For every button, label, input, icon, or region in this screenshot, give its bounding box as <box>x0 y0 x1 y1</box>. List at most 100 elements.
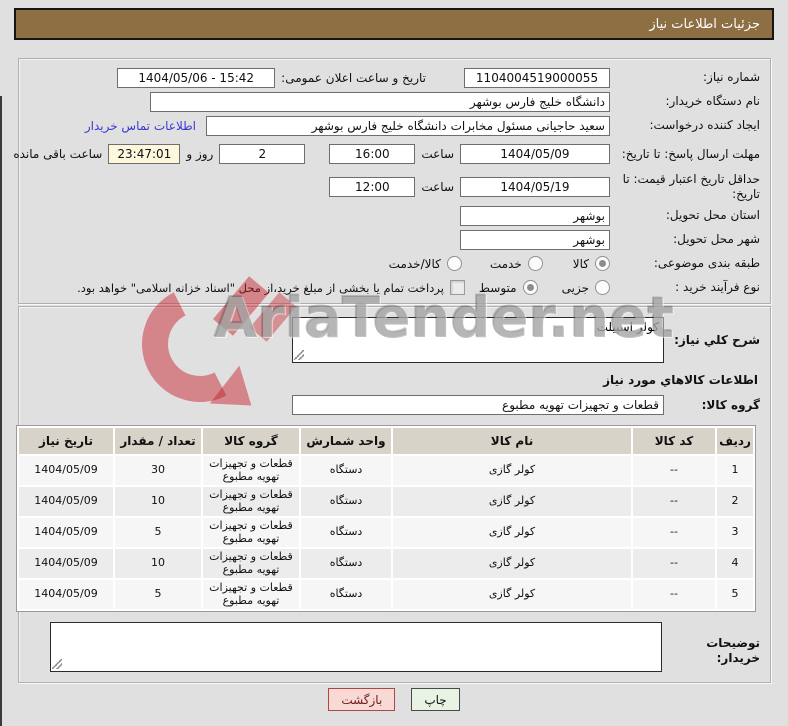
province-input[interactable] <box>460 205 610 226</box>
price-validity-hour-label: ساعت <box>421 180 454 194</box>
buyer-org-input[interactable] <box>150 91 610 112</box>
remaining-hours-label: ساعت باقی مانده <box>13 147 103 161</box>
table-cell: کولر گازی <box>393 456 631 485</box>
back-button[interactable]: بازگشت <box>328 688 396 711</box>
treasury-note: پرداخت تمام یا بخشی از مبلغ خرید،از محل … <box>77 280 444 295</box>
table-cell: -- <box>633 456 715 485</box>
subject-class-option-khadamat[interactable]: خدمت <box>490 256 543 271</box>
purchase-type-option-jozii[interactable]: جزیی <box>562 280 610 295</box>
remaining-hours-input[interactable] <box>108 144 181 164</box>
creator-input[interactable] <box>206 115 610 136</box>
subject-class-option-kala[interactable]: کالا <box>573 256 610 271</box>
table-cell: 1404/05/09 <box>19 549 113 578</box>
row-reply-deadline: مهلت ارسال پاسخ: تا تاریخ: ساعت روز و سا… <box>13 139 760 169</box>
buyer-org-label: نام دستگاه خریدار: <box>665 94 761 108</box>
radio-button-icon[interactable] <box>527 256 543 271</box>
row-purchase-type: نوع فرآیند خرید : جزیی متوسط پرداخت تمام… <box>31 277 760 298</box>
table-cell: 1404/05/09 <box>19 456 113 485</box>
subject-class-label: طبقه بندی موضوعی: <box>653 256 760 270</box>
table-cell: دستگاه <box>301 456 391 485</box>
announce-label: تاریخ و ساعت اعلان عمومی: <box>281 70 426 85</box>
radio-button-icon[interactable] <box>522 280 538 295</box>
table-cell: کولر گازی <box>393 487 631 516</box>
table-cell: -- <box>633 549 715 578</box>
table-cell: 4 <box>717 549 753 578</box>
subject-class-option-kala-khadamat[interactable]: کالا/خدمت <box>389 256 462 271</box>
table-cell: دستگاه <box>301 580 391 609</box>
province-label: استان محل تحویل: <box>665 208 760 222</box>
row-buyer-org: نام دستگاه خریدار: <box>31 91 760 112</box>
print-button[interactable]: چاپ <box>411 688 460 711</box>
items-table-header-cell: واحد شمارش <box>301 428 391 454</box>
table-cell: 1404/05/09 <box>19 580 113 609</box>
page-title-bar: جزئیات اطلاعات نیاز <box>14 8 774 40</box>
table-cell: دستگاه <box>301 487 391 516</box>
items-table-header-row: ردیف کد کالا نام کالا واحد شمارش گروه کالا تع… <box>19 428 753 454</box>
need-number-label: شماره نیاز: <box>703 70 760 84</box>
table-cell: 30 <box>115 456 201 485</box>
reply-deadline-date-input[interactable] <box>460 144 610 164</box>
need-desc-textarea[interactable] <box>292 317 664 363</box>
table-cell: قطعات و تجهیزات تهویه مطبوع <box>203 549 299 578</box>
action-buttons-bar: چاپ بازگشت <box>0 688 788 711</box>
table-cell: 1 <box>717 456 753 485</box>
table-row: 3 -- کولر گازی دستگاه قطعات و تجهیزات تهویه … <box>19 518 753 547</box>
items-table-header-cell: کد کالا <box>633 428 715 454</box>
price-validity-date-input[interactable] <box>460 177 610 197</box>
items-table-header-cell: گروه کالا <box>203 428 299 454</box>
resize-handle-icon[interactable] <box>294 350 304 360</box>
row-creator: ایجاد کننده درخواست: اطلاعات تماس خریدار <box>31 115 760 136</box>
remaining-days-label: روز و <box>186 147 214 161</box>
radio-option-label: جزیی <box>561 280 589 295</box>
table-cell: -- <box>633 487 715 516</box>
table-cell: 5 <box>115 580 201 609</box>
item-group-input[interactable] <box>292 395 664 415</box>
city-input[interactable] <box>460 229 610 250</box>
row-buyer-notes: توضیحات خریدار: <box>31 622 760 672</box>
radio-button-icon[interactable] <box>446 256 462 271</box>
table-cell: 5 <box>717 580 753 609</box>
row-province: استان محل تحویل: <box>31 205 760 226</box>
table-row: 1 -- کولر گازی دستگاه قطعات و تجهیزات تهویه … <box>19 456 753 485</box>
page-title: جزئیات اطلاعات نیاز <box>649 16 760 32</box>
table-cell: 1404/05/09 <box>19 487 113 516</box>
need-number-input[interactable] <box>464 67 610 88</box>
radio-option-label: کالا/خدمت <box>388 256 441 271</box>
reply-deadline-time-input[interactable] <box>329 144 416 164</box>
items-table-header-cell: نام کالا <box>393 428 631 454</box>
table-cell: کولر گازی <box>393 580 631 609</box>
purchase-type-option-motevasset[interactable]: متوسط <box>479 280 538 295</box>
table-cell: -- <box>633 518 715 547</box>
radio-button-icon[interactable] <box>595 256 610 271</box>
table-row: 5 -- کولر گازی دستگاه قطعات و تجهیزات تهویه … <box>19 580 753 609</box>
treasury-checkbox-icon[interactable] <box>449 280 465 295</box>
remaining-days-input[interactable] <box>219 144 306 164</box>
radio-button-icon[interactable] <box>595 280 610 295</box>
items-table: ردیف کد کالا نام کالا واحد شمارش گروه کالا تع… <box>16 425 756 612</box>
need-info-groupbox: شماره نیاز: تاریخ و ساعت اعلان عمومی: نا… <box>13 58 771 304</box>
table-cell: دستگاه <box>301 518 391 547</box>
items-section-title: اطلاعات کالاهاي مورد نياز <box>603 373 758 387</box>
radio-option-label: متوسط <box>478 280 517 295</box>
row-need-number: شماره نیاز: تاریخ و ساعت اعلان عمومی: <box>31 67 760 88</box>
table-cell: 10 <box>115 549 201 578</box>
items-table-header-cell: تاریخ نیاز <box>19 428 113 454</box>
item-group-label: گروه کالا: <box>701 397 760 412</box>
table-cell: 3 <box>717 518 753 547</box>
table-cell: قطعات و تجهیزات تهویه مطبوع <box>203 580 299 609</box>
table-row: 2 -- کولر گازی دستگاه قطعات و تجهیزات تهویه … <box>19 487 753 516</box>
purchase-type-label: نوع فرآیند خرید : <box>675 280 760 294</box>
resize-handle-icon[interactable] <box>52 659 62 669</box>
tender-detail-page: { "header": { "title": "جزئیات اطلاعات ن… <box>0 0 788 726</box>
buyer-notes-textarea[interactable] <box>50 622 662 672</box>
radio-option-label: کالا <box>572 256 589 271</box>
buyer-contact-link[interactable]: اطلاعات تماس خریدار <box>85 119 196 133</box>
items-table-header-cell: ردیف <box>717 428 753 454</box>
reply-deadline-hour-label: ساعت <box>421 147 454 161</box>
table-cell: -- <box>633 580 715 609</box>
table-cell: 5 <box>115 518 201 547</box>
row-city: شهر محل تحویل: <box>31 229 760 250</box>
table-cell: قطعات و تجهیزات تهویه مطبوع <box>203 518 299 547</box>
price-validity-time-input[interactable] <box>329 177 416 197</box>
announce-datetime-input[interactable] <box>117 67 276 88</box>
